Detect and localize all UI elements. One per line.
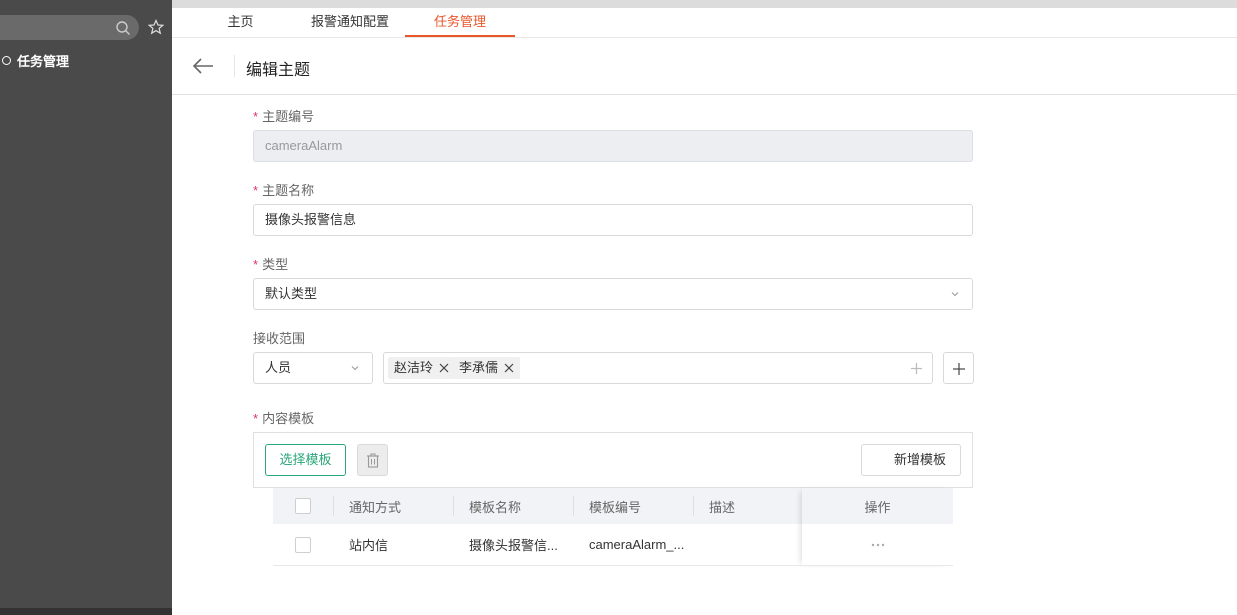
template-toolbar: 选择模板 新增模板: [253, 432, 973, 488]
close-icon[interactable]: [504, 363, 514, 373]
method-cell: 站内信: [349, 538, 389, 553]
column-separator: [573, 496, 574, 516]
chevron-down-icon: [351, 366, 359, 371]
column-separator: [333, 496, 334, 516]
column-separator: [693, 496, 694, 516]
page-title: 编辑主题: [246, 62, 311, 79]
column-header: 描述: [709, 499, 736, 515]
select-all-cell: [295, 488, 311, 524]
new-template-button[interactable]: 新增模板: [861, 444, 961, 476]
sidebar: 任务管理: [0, 0, 172, 615]
sidebar-scrollbar[interactable]: [0, 608, 172, 615]
plus-icon: [953, 363, 965, 375]
select-template-button[interactable]: 选择模板: [265, 444, 346, 476]
receive-scope-label: 接收范围: [253, 331, 306, 346]
tab-home[interactable]: 主页: [212, 8, 269, 37]
scope-type-value: 人员: [265, 360, 292, 375]
close-icon[interactable]: [439, 363, 449, 373]
sidebar-item-label: 任务管理: [17, 53, 70, 69]
topic-code-label: * 主题编号: [253, 109, 315, 124]
column-header: 模板编号: [589, 499, 642, 515]
content-template-label: * 内容模板: [253, 411, 315, 426]
column-header: 操作: [802, 488, 953, 524]
search-icon[interactable]: [115, 20, 131, 36]
top-strip: [172, 0, 1237, 8]
required-mark: *: [253, 411, 259, 426]
receiver-tags-input[interactable]: 赵洁玲 李承儒: [383, 352, 933, 384]
header-divider: [234, 55, 235, 77]
tab-bar: 主页 报警通知配置 任务管理: [172, 8, 1237, 38]
topic-name-input[interactable]: 摄像头报警信息: [253, 204, 973, 236]
topic-name-label: * 主题名称: [253, 183, 315, 198]
required-mark: *: [253, 109, 259, 124]
row-actions-cell: [802, 524, 953, 566]
type-select[interactable]: 默认类型: [253, 278, 973, 310]
template-code-cell: cameraAlarm_...: [589, 537, 685, 552]
tab-alarm-notification-config[interactable]: 报警通知配置: [302, 8, 398, 37]
circle-icon: [2, 55, 11, 65]
sidebar-search-input[interactable]: [0, 15, 139, 40]
chevron-down-icon: [951, 292, 959, 297]
row-select-cell: [295, 524, 311, 565]
topic-code-field: cameraAlarm: [253, 130, 973, 162]
star-icon[interactable]: [148, 19, 164, 35]
type-select-value: 默认类型: [265, 286, 318, 301]
plus-icon[interactable]: [911, 363, 922, 374]
tab-task-management[interactable]: 任务管理: [405, 8, 515, 37]
column-header: 模板名称: [469, 499, 522, 515]
more-icon[interactable]: [871, 543, 885, 547]
column-separator: [453, 496, 454, 516]
select-all-checkbox[interactable]: [295, 498, 311, 514]
add-scope-button[interactable]: [943, 352, 974, 384]
trash-icon: [367, 453, 379, 468]
required-mark: *: [253, 257, 259, 272]
template-name-cell: 摄像头报警信...: [469, 538, 558, 553]
operations-column: 操作: [802, 488, 953, 566]
delete-template-button[interactable]: [357, 444, 388, 476]
column-header: 通知方式: [349, 499, 402, 515]
scope-type-select[interactable]: 人员: [253, 352, 373, 384]
sidebar-item-task-management[interactable]: 任务管理: [0, 51, 69, 69]
page-header: 编辑主题: [172, 38, 1237, 95]
type-label: * 类型: [253, 257, 289, 272]
required-mark: *: [253, 183, 259, 198]
receiver-tag: 李承儒: [453, 357, 521, 379]
receiver-tag: 赵洁玲: [388, 357, 456, 379]
row-checkbox[interactable]: [295, 536, 311, 553]
back-arrow-icon[interactable]: [192, 56, 214, 76]
